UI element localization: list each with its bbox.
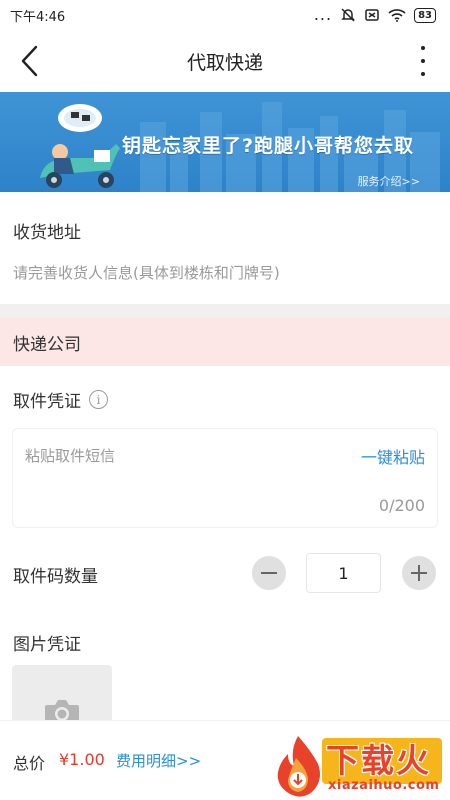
status-bar: 下午4:46 ... 83 — [0, 0, 450, 30]
sms-textarea[interactable]: 粘贴取件短信 一键粘贴 0/200 — [12, 428, 438, 528]
express-company-selector[interactable]: 快递公司 — [0, 318, 450, 366]
sms-placeholder: 粘贴取件短信 — [25, 447, 116, 465]
sim-off-icon — [365, 9, 379, 21]
photo-upload-button[interactable] — [12, 665, 112, 720]
express-company-label: 快递公司 — [13, 334, 81, 355]
pickup-code-quantity-row: 取件码数量 1 — [0, 552, 450, 594]
back-arrow-icon[interactable] — [14, 44, 46, 78]
status-time: 下午4:46 — [10, 9, 66, 25]
status-icons: ... 83 — [314, 7, 436, 23]
more-options-icon[interactable] — [418, 46, 428, 76]
total-label: 总价 — [13, 754, 46, 773]
flame-logo-icon — [277, 736, 320, 797]
service-intro-link[interactable]: 服务介绍>> — [358, 173, 420, 189]
watermark: 下载火 xiazaihuo.com — [268, 734, 450, 800]
status-dots: ... — [313, 5, 333, 24]
fee-detail-link[interactable]: 费用明细>> — [116, 750, 201, 771]
pickup-voucher-title: 取件凭证 — [13, 392, 81, 412]
paste-button[interactable]: 一键粘贴 — [361, 444, 425, 468]
increment-button[interactable] — [402, 556, 436, 590]
wifi-icon — [388, 9, 406, 22]
quantity-label: 取件码数量 — [13, 567, 98, 587]
promo-banner[interactable]: 钥匙忘家里了?跑腿小哥帮您去取 服务介绍>> — [0, 92, 450, 192]
banner-slogan: 钥匙忘家里了?跑腿小哥帮您去取 — [122, 135, 415, 157]
delivery-scooter-illustration — [40, 104, 120, 188]
watermark-brand: 下载火 — [326, 741, 431, 780]
decrement-button[interactable] — [252, 556, 286, 590]
total-price: ¥1.00 — [59, 750, 105, 769]
address-input[interactable]: 请完善收货人信息(具体到楼栋和门牌号) — [13, 262, 450, 283]
info-icon[interactable]: i — [89, 390, 108, 409]
camera-icon — [45, 700, 79, 720]
page-title: 代取快递 — [186, 51, 263, 74]
battery-icon: 83 — [414, 7, 436, 23]
photo-voucher-title: 图片凭证 — [13, 635, 81, 655]
watermark-domain: xiazaihuo.com — [328, 778, 440, 793]
nav-bar: 代取快递 — [0, 30, 450, 92]
section-divider — [0, 304, 450, 318]
char-counter: 0/200 — [378, 496, 425, 515]
pickup-voucher-header: 取件凭证 i — [13, 387, 108, 412]
mute-bell-icon — [341, 8, 355, 22]
quantity-input[interactable]: 1 — [306, 553, 381, 593]
address-title: 收货地址 — [13, 223, 81, 243]
